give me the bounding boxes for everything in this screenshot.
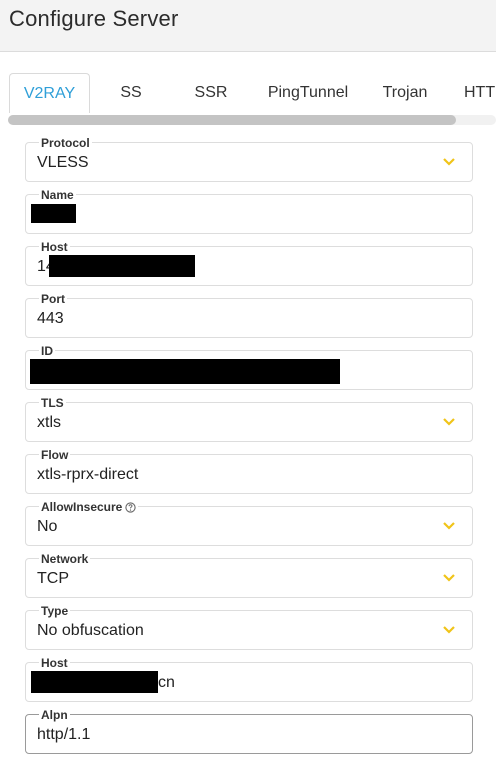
tab-pingtunnel[interactable]: PingTunnel [258, 73, 358, 113]
allow-insecure-label: AllowInsecure [41, 500, 123, 514]
chevron-down-icon [443, 418, 455, 426]
id-redaction [30, 359, 340, 384]
tab-v2ray[interactable]: V2RAY [9, 73, 90, 113]
tab-ssr[interactable]: SSR [180, 73, 242, 113]
chevron-down-icon [443, 158, 455, 166]
port-label: Port [39, 292, 67, 306]
name-label: Name [39, 188, 76, 202]
allow-insecure-select[interactable]: AllowInsecure No [25, 500, 473, 546]
type-label: Type [39, 604, 71, 618]
page-title: Configure Server [9, 6, 179, 31]
type-select[interactable]: Type No obfuscation [25, 604, 473, 650]
network-select[interactable]: Network TCP [25, 552, 473, 598]
tab-ss[interactable]: SS [100, 73, 162, 113]
chevron-down-icon [443, 626, 455, 634]
protocol-value: VLESS [37, 154, 89, 171]
allow-insecure-value: No [37, 518, 58, 535]
host-label: Host [39, 240, 70, 254]
question-circle-icon[interactable] [125, 502, 136, 513]
obfs-host-value-suffix: cn [158, 674, 175, 691]
obfs-host-redaction [31, 671, 158, 693]
host-redaction [49, 255, 195, 277]
alpn-field[interactable]: Alpn http/1.1 [25, 708, 473, 754]
obfs-host-label: Host [39, 656, 70, 670]
flow-field[interactable]: Flow xtls-rprx-direct [25, 448, 473, 494]
tls-label: TLS [39, 396, 66, 410]
flow-label: Flow [39, 448, 71, 462]
tls-value: xtls [37, 414, 61, 431]
chevron-down-icon [443, 522, 455, 530]
tab-http[interactable]: HTTP [458, 73, 496, 113]
alpn-label: Alpn [39, 708, 70, 722]
protocol-label: Protocol [39, 136, 92, 150]
name-redaction [31, 204, 76, 223]
tls-select[interactable]: TLS xtls [25, 396, 473, 442]
network-value: TCP [37, 570, 69, 587]
tabs-scrollbar-thumb[interactable] [8, 115, 456, 125]
alpn-value: http/1.1 [37, 726, 91, 743]
app-header: Configure Server [0, 0, 496, 52]
host-field[interactable]: Host 14 [25, 240, 473, 286]
flow-value: xtls-rprx-direct [37, 466, 139, 483]
chevron-down-icon [443, 574, 455, 582]
port-field[interactable]: Port 443 [25, 292, 473, 338]
id-field[interactable]: ID [25, 344, 473, 390]
id-label: ID [39, 344, 55, 358]
tab-trojan[interactable]: Trojan [372, 73, 438, 113]
port-value: 443 [37, 310, 64, 327]
obfs-host-field[interactable]: Host cn [25, 656, 473, 702]
protocol-select[interactable]: Protocol VLESS [25, 136, 473, 182]
name-field[interactable]: Name [25, 188, 473, 234]
network-label: Network [39, 552, 91, 566]
allow-insecure-label-wrap: AllowInsecure [39, 500, 139, 514]
type-value: No obfuscation [37, 622, 144, 639]
tabs-scrollbar[interactable] [8, 115, 496, 125]
